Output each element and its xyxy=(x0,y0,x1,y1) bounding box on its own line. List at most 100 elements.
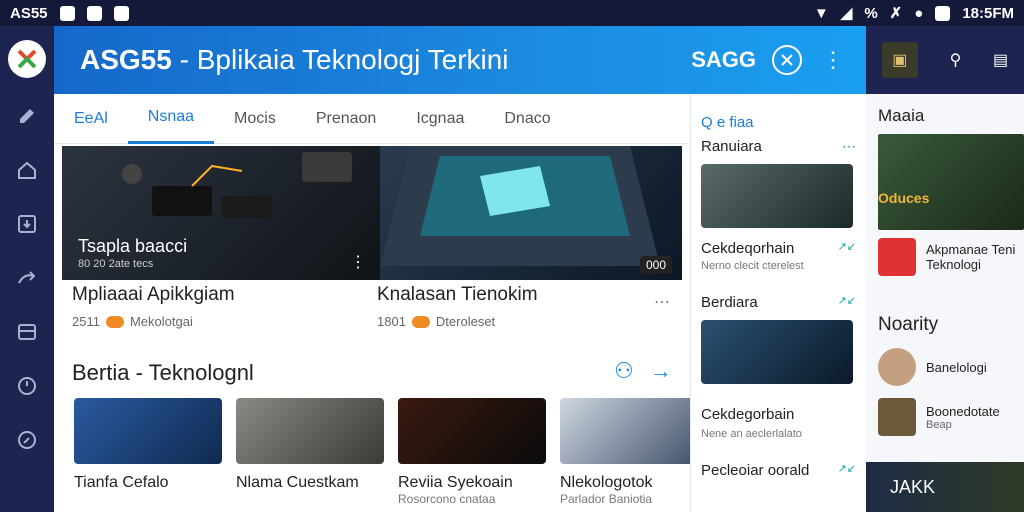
side-heading: Ranuiara xyxy=(701,138,762,155)
side-item-title[interactable]: Cekdeqorhain xyxy=(701,240,794,257)
right-list-subtitle: Beap xyxy=(926,418,952,431)
hero-banner[interactable]: Tsapla baacci 80 20 2ate tecs ⋮ 000 xyxy=(62,146,682,280)
news-card[interactable]: Tianfa Cefalo xyxy=(74,398,222,512)
search-icon[interactable]: ⚲ xyxy=(950,50,962,70)
section-title: Bertia - Teknolognl xyxy=(72,360,254,385)
news-card-image xyxy=(74,398,222,464)
mute-icon: ✗ xyxy=(889,5,903,22)
battery-icon: % xyxy=(864,4,878,22)
hero-image-left[interactable]: Tsapla baacci 80 20 2ate tecs ⋮ xyxy=(62,146,380,280)
side-heading: Berdiara xyxy=(701,294,758,311)
news-card-title: Reviia Syekoain xyxy=(398,474,513,491)
right-item-title: Akpmanae Teni xyxy=(926,242,1016,257)
news-card[interactable]: Nlekologotok Parlador Baniotia xyxy=(560,398,708,512)
feature-card-meta: 2511 Mekolotgai xyxy=(72,314,377,329)
news-card-title: Nlekologotok xyxy=(560,474,653,491)
feature-card-text: Dteroleset xyxy=(435,314,496,329)
main-panel: ASG55 - Bplikaia Teknologj Terkini SAGG … xyxy=(54,26,866,512)
app-title-rest: - Bplikaia Teknologj Terkini xyxy=(171,44,509,75)
side-image[interactable] xyxy=(701,164,853,228)
feature-card[interactable]: Knalasan Tienokim 1801 Dteroleset ⋯ xyxy=(377,284,682,344)
alarm-icon: ● xyxy=(914,4,924,22)
news-card-subtitle: Rosorcono cnataa xyxy=(398,492,496,506)
tab-5[interactable]: Icgnaa xyxy=(396,94,484,144)
section-actions: ⚇ → xyxy=(614,358,672,384)
brand-label[interactable]: SAGG xyxy=(691,47,756,73)
news-card-image xyxy=(398,398,546,464)
hero-left-subtitle: 80 20 2ate tecs xyxy=(78,258,154,270)
news-card-subtitle: Parlador Baniotia xyxy=(560,492,653,506)
right-list-thumb xyxy=(878,398,916,436)
right-footer[interactable]: JAKK xyxy=(866,462,1024,512)
side-item-subtitle: Nene an aeclerlalato xyxy=(701,428,802,440)
tools-icon[interactable]: ▣ xyxy=(881,42,918,78)
side-item-tag: ↗↙ xyxy=(837,241,856,253)
right-footer-label: JAKK xyxy=(890,476,936,497)
pen-icon[interactable] xyxy=(11,100,43,132)
side-item-tag: ↗↙ xyxy=(837,295,856,307)
tab-6[interactable]: Dnaco xyxy=(484,94,570,144)
download-icon[interactable] xyxy=(11,208,43,240)
clock-icon[interactable] xyxy=(11,370,43,402)
tab-bar: EeAl Nsnaa Mocis Prenaon Icgnaa Dnaco xyxy=(54,94,688,144)
compass-icon[interactable] xyxy=(11,424,43,456)
tag-icon xyxy=(105,315,124,328)
home-icon[interactable] xyxy=(11,154,43,186)
battery-level-icon xyxy=(935,5,951,21)
right-item-thumb xyxy=(878,238,916,276)
right-image[interactable] xyxy=(878,134,1024,230)
share-icon[interactable] xyxy=(11,262,43,294)
news-grid: Tianfa Cefalo Nlama Cuestkam Reviia Syek… xyxy=(62,398,708,512)
avatar xyxy=(878,348,916,386)
tools-icon[interactable] xyxy=(772,45,802,75)
right-list-title: Boonedotate xyxy=(926,403,1000,419)
feature-card-title: Knalasan Tienokim xyxy=(377,284,538,305)
tab-3[interactable]: Mocis xyxy=(214,94,296,144)
app-bar: ASG55 - Bplikaia Teknologj Terkini SAGG … xyxy=(54,26,866,94)
news-card[interactable]: Nlama Cuestkam xyxy=(236,398,384,512)
app-title-bold: ASG55 xyxy=(80,44,172,75)
side-item-title[interactable]: Pecleoiar oorald xyxy=(701,462,809,479)
notification-icon xyxy=(59,5,75,21)
users-icon[interactable]: ⚇ xyxy=(614,358,634,384)
more-horizontal-icon[interactable]: ⋯ xyxy=(842,138,856,155)
right-heading: Noarity xyxy=(878,314,939,335)
more-icon[interactable]: ⋮ xyxy=(822,49,844,71)
hero-left-caption: Tsapla baacci xyxy=(78,236,188,256)
news-card-image xyxy=(560,398,708,464)
app-logo-icon[interactable] xyxy=(8,40,46,78)
right-list-item[interactable]: Boonedotate Beap xyxy=(878,398,1000,436)
feature-card-title: Mpliaaai Apikkgiam xyxy=(72,284,235,305)
tag-icon xyxy=(411,315,430,328)
hero-right-illustration xyxy=(380,146,660,266)
tab-4[interactable]: Prenaon xyxy=(296,94,397,144)
feature-card-text: Mekolotgai xyxy=(129,314,193,329)
more-horizontal-icon[interactable]: ⋯ xyxy=(654,292,670,312)
hero-left-more-icon[interactable]: ⋮ xyxy=(350,252,366,272)
side-top-icons[interactable]: Q e fiaa xyxy=(701,114,754,131)
window-icon[interactable]: ▤ xyxy=(993,50,1008,70)
tab-2[interactable]: Nsnaa xyxy=(127,94,215,144)
side-item-title[interactable]: Cekdegorbain xyxy=(701,406,794,423)
hero-image-right[interactable]: 000 xyxy=(380,146,682,280)
app-title: ASG55 - Bplikaia Teknologj Terkini xyxy=(80,44,509,76)
right-list-item[interactable]: Banelologi xyxy=(878,348,987,386)
right-topbar: ▣ ⚲ ▤ xyxy=(866,26,1024,94)
right-item[interactable]: Akpmanae Teni Teknologi xyxy=(878,238,1015,276)
tab-1[interactable]: EeAl xyxy=(54,94,128,144)
feature-cards: Mpliaaai Apikkgiam 2511 Mekolotgai Knala… xyxy=(72,284,682,344)
news-card-title: Tianfa Cefalo xyxy=(74,474,169,491)
feature-card-meta: 1801 Dteroleset xyxy=(377,314,682,329)
news-card-image xyxy=(236,398,384,464)
right-badge: Oduces xyxy=(878,190,930,206)
right-heading: Maaia xyxy=(878,106,925,125)
news-card-title: Nlama Cuestkam xyxy=(236,474,359,491)
side-column: Q e fiaa Ranuiara ⋯ Cekdeqorhain ↗↙ Nern… xyxy=(690,94,866,512)
nav-rail xyxy=(0,26,54,512)
feature-card[interactable]: Mpliaaai Apikkgiam 2511 Mekolotgai xyxy=(72,284,377,344)
side-image[interactable] xyxy=(701,320,853,384)
right-panel: ▣ ⚲ ▤ Maaia Oduces Akpmanae Teni Teknolo… xyxy=(866,26,1024,512)
inbox-icon[interactable] xyxy=(11,316,43,348)
news-card[interactable]: Reviia Syekoain Rosorcono cnataa xyxy=(398,398,546,512)
arrow-right-icon[interactable]: → xyxy=(650,358,672,384)
